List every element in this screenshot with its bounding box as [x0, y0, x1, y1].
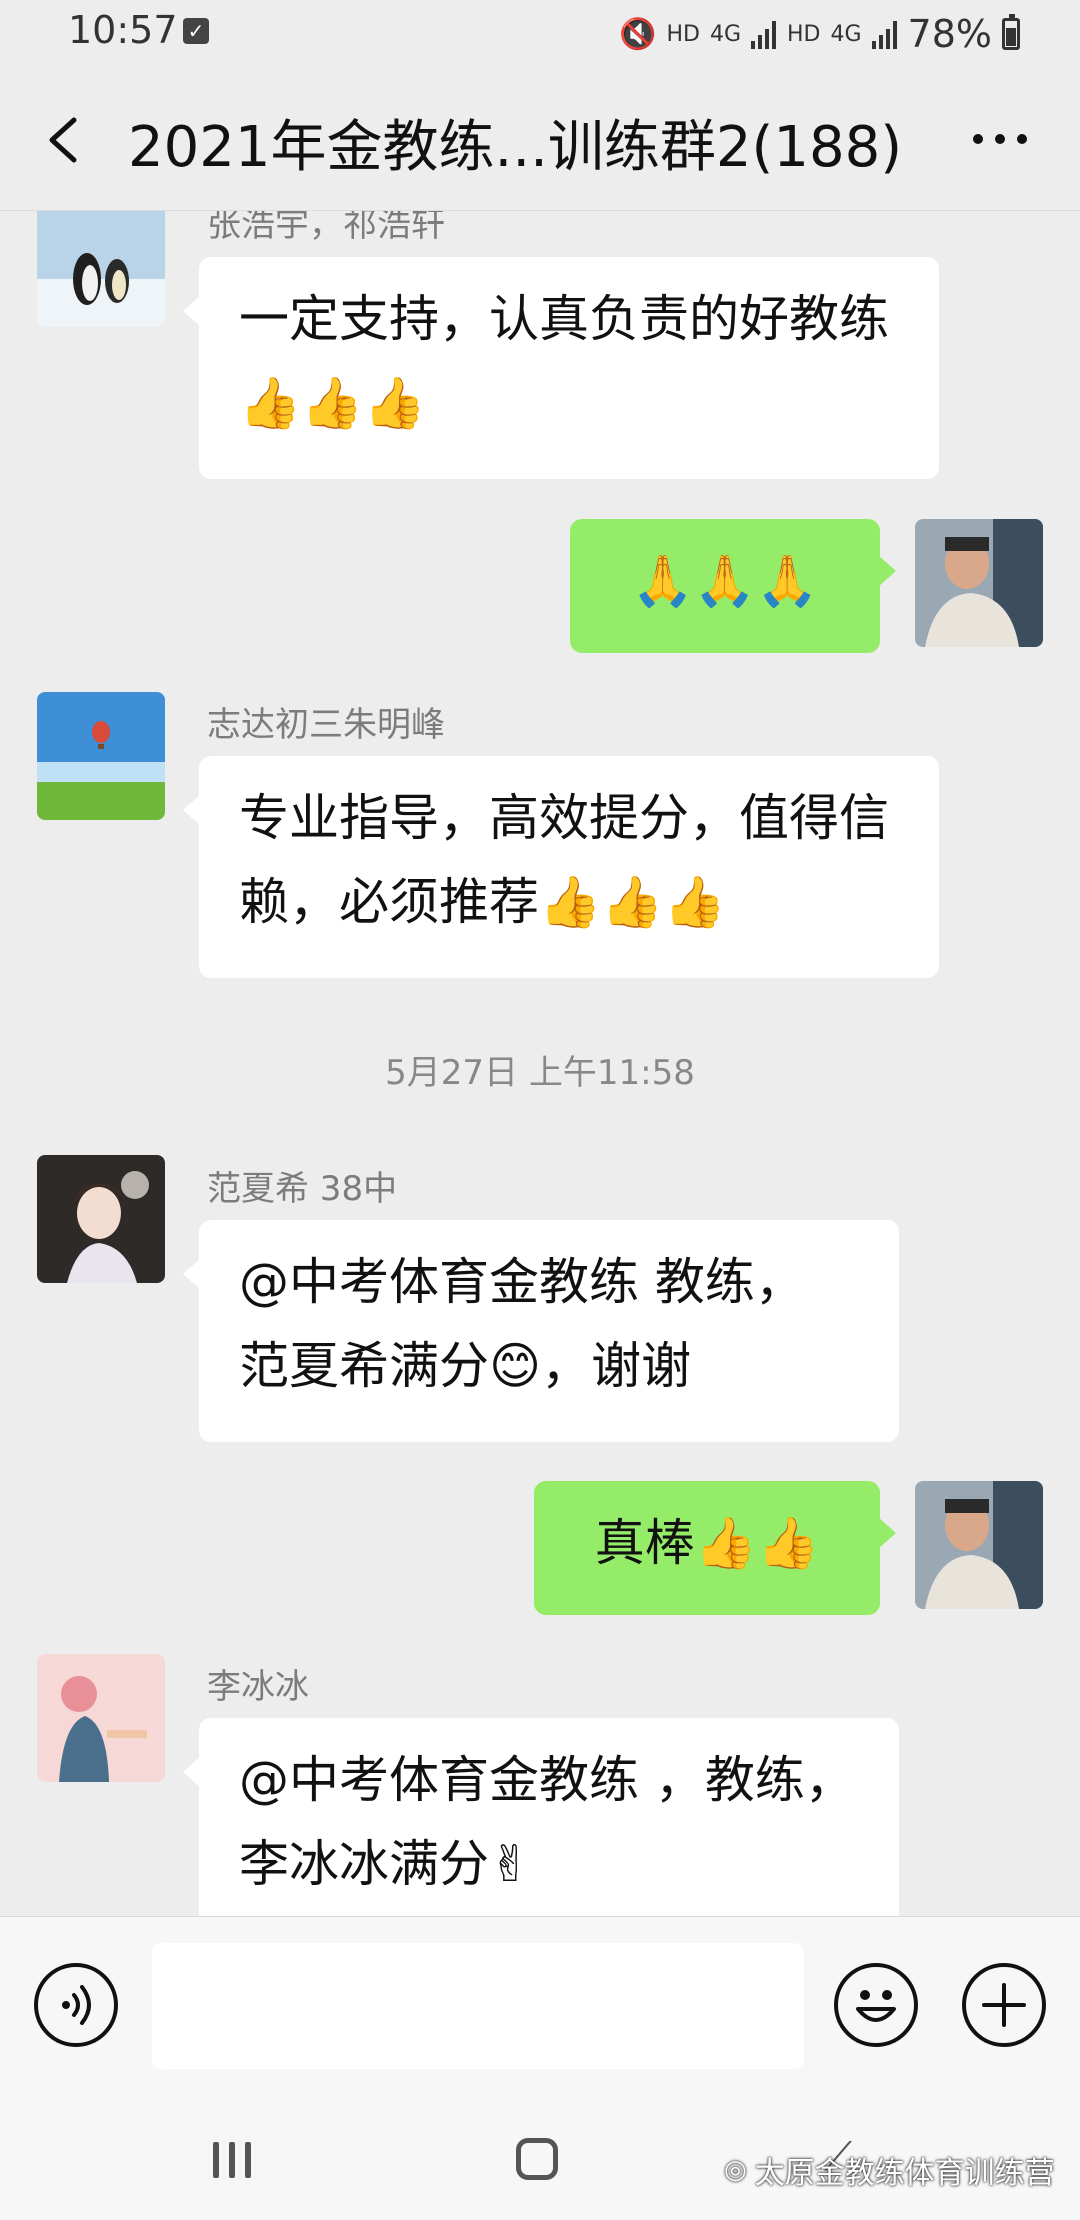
- message-text: 一定支持，认真负责的好教练👍👍👍: [239, 290, 889, 432]
- message-list[interactable]: 张浩宇，祁浩轩 一定支持，认真负责的好教练👍👍👍 🙏🙏🙏 志达初三朱明峰 专业指…: [0, 211, 1080, 1916]
- avatar[interactable]: [37, 1155, 165, 1283]
- more-dot-icon: [1017, 134, 1027, 144]
- more-options-button[interactable]: [960, 104, 1040, 174]
- more-dot-icon: [995, 134, 1005, 144]
- message-bubble[interactable]: @中考体育金教练 ，教练， 李冰冰满分✌: [183, 1718, 899, 1916]
- notification-check-icon: ✓: [183, 18, 209, 44]
- sender-name: 张浩宇，祁浩轩: [207, 211, 445, 245]
- message-text-line: 范夏希满分😊，谢谢: [239, 1337, 692, 1395]
- message-bubble[interactable]: 一定支持，认真负责的好教练👍👍👍: [183, 257, 939, 479]
- voice-icon: [62, 1985, 91, 2025]
- status-time: 10:57: [68, 8, 178, 52]
- more-dot-icon: [973, 134, 983, 144]
- hd-label-2: HD: [787, 21, 821, 47]
- chat-header: 2021年金教练...训练群2(188): [0, 70, 1080, 211]
- message-text-line: @中考体育金教练 ，教练，: [239, 1751, 855, 1809]
- battery-icon: [1002, 14, 1020, 50]
- message-input[interactable]: [152, 1943, 804, 2069]
- hd-label-1: HD: [666, 21, 700, 47]
- network-label-2: 4G: [830, 21, 862, 47]
- self-avatar[interactable]: [915, 1481, 1043, 1609]
- battery-percent: 78%: [907, 12, 992, 56]
- message-text: 真棒👍👍: [594, 1514, 820, 1572]
- home-button[interactable]: [516, 2138, 558, 2180]
- page-title: 2021年金教练...训练群2(188): [128, 115, 903, 180]
- status-icons: 🔇 HD 4G HD 4G 78%: [619, 12, 1020, 56]
- system-nav-bar: ⟋ ◎ 太原金教练体育训练营: [0, 2094, 1080, 2220]
- wechat-icon: ◎: [724, 2155, 747, 2185]
- mute-icon: 🔇: [619, 16, 657, 52]
- sender-name: 志达初三朱明峰: [207, 705, 445, 745]
- message-bubble-self[interactable]: 🙏🙏🙏: [570, 519, 896, 653]
- back-button[interactable]: [30, 100, 100, 180]
- message-bubble[interactable]: 专业指导，高效提分，值得信赖，必须推荐👍👍👍: [183, 756, 939, 978]
- avatar[interactable]: [37, 692, 165, 820]
- signal-icon-2: [871, 19, 898, 49]
- watermark: ◎ 太原金教练体育训练营: [724, 2148, 1055, 2192]
- voice-input-button[interactable]: [34, 1963, 118, 2047]
- signal-icon-1: [751, 19, 777, 49]
- sender-name: 范夏希 38中: [207, 1169, 398, 1209]
- message-text: 专业指导，高效提分，值得信赖，必须推荐👍👍👍: [239, 789, 889, 931]
- status-bar: 10:57 ✓ 🔇 HD 4G HD 4G 78%: [0, 0, 1080, 70]
- sender-name: 李冰冰: [207, 1667, 309, 1707]
- watermark-text: 太原金教练体育训练营: [754, 2156, 1055, 2191]
- avatar[interactable]: [37, 211, 165, 327]
- message-bubble-self[interactable]: 真棒👍👍: [534, 1481, 896, 1615]
- avatar[interactable]: [37, 1654, 165, 1782]
- recent-apps-button[interactable]: [213, 2142, 257, 2178]
- message-bubble[interactable]: @中考体育金教练 教练， 范夏希满分😊，谢谢: [183, 1220, 899, 1442]
- message-text-line: @中考体育金教练 教练，: [239, 1253, 805, 1311]
- network-label-1: 4G: [709, 21, 741, 47]
- plus-icon: [982, 1983, 1026, 2027]
- more-functions-button[interactable]: [962, 1963, 1046, 2047]
- emoji-icon: [856, 1990, 896, 2022]
- emoji-button[interactable]: [834, 1963, 918, 2047]
- timestamp: 5月27日 上午11:58: [385, 1053, 695, 1093]
- chevron-left-icon: [49, 117, 77, 163]
- self-avatar[interactable]: [915, 519, 1043, 647]
- input-bar: [0, 1916, 1080, 2095]
- message-text-line: 李冰冰满分✌: [239, 1835, 531, 1893]
- message-text: 🙏🙏🙏: [631, 552, 819, 610]
